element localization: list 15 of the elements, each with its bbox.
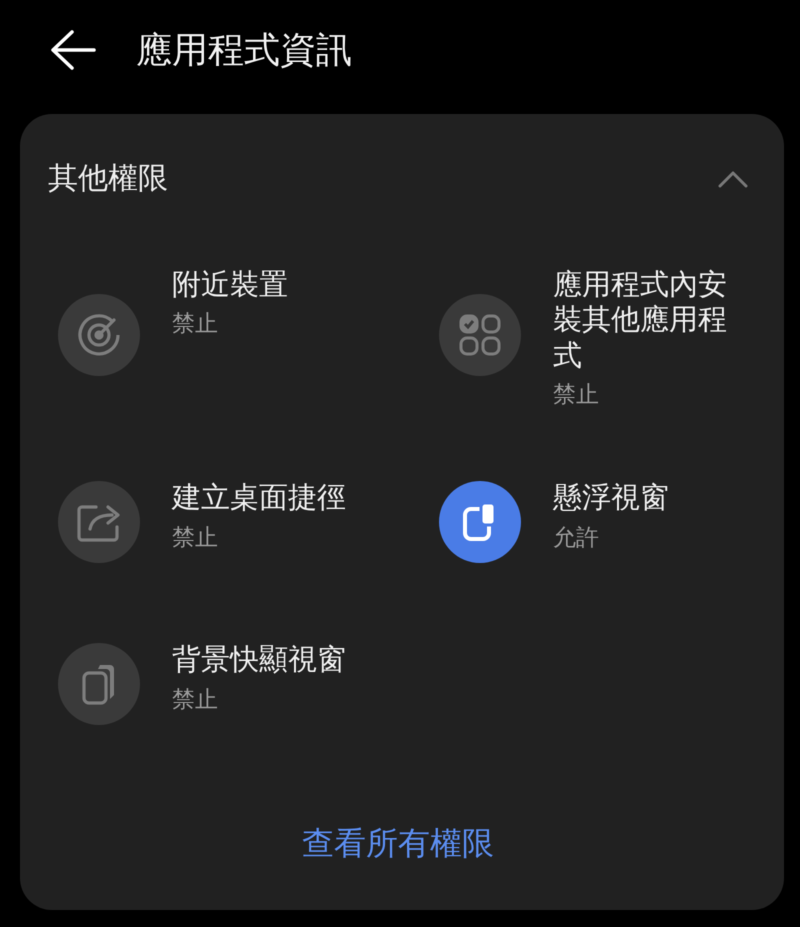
permission-name: 附近裝置 bbox=[172, 267, 288, 302]
permission-name: 建立桌面捷徑 bbox=[172, 480, 346, 516]
permission-name: 懸浮視窗 bbox=[553, 480, 669, 516]
permission-status: 禁止 bbox=[172, 686, 219, 714]
page-title: 應用程式資訊 bbox=[136, 28, 352, 72]
back-icon[interactable] bbox=[50, 30, 96, 70]
view-all-permissions-link[interactable]: 查看所有權限 bbox=[302, 822, 494, 866]
permission-status: 禁止 bbox=[172, 524, 219, 552]
collapse-chevron-icon[interactable] bbox=[718, 170, 748, 188]
permission-status: 允許 bbox=[553, 524, 600, 552]
permission-status: 禁止 bbox=[553, 381, 600, 410]
section-title: 其他權限 bbox=[48, 160, 168, 198]
permission-name: 背景快顯視窗 bbox=[172, 642, 346, 678]
permission-name: 應用程式內安裝其他應用程式 bbox=[553, 267, 728, 374]
permission-status: 禁止 bbox=[172, 310, 219, 340]
